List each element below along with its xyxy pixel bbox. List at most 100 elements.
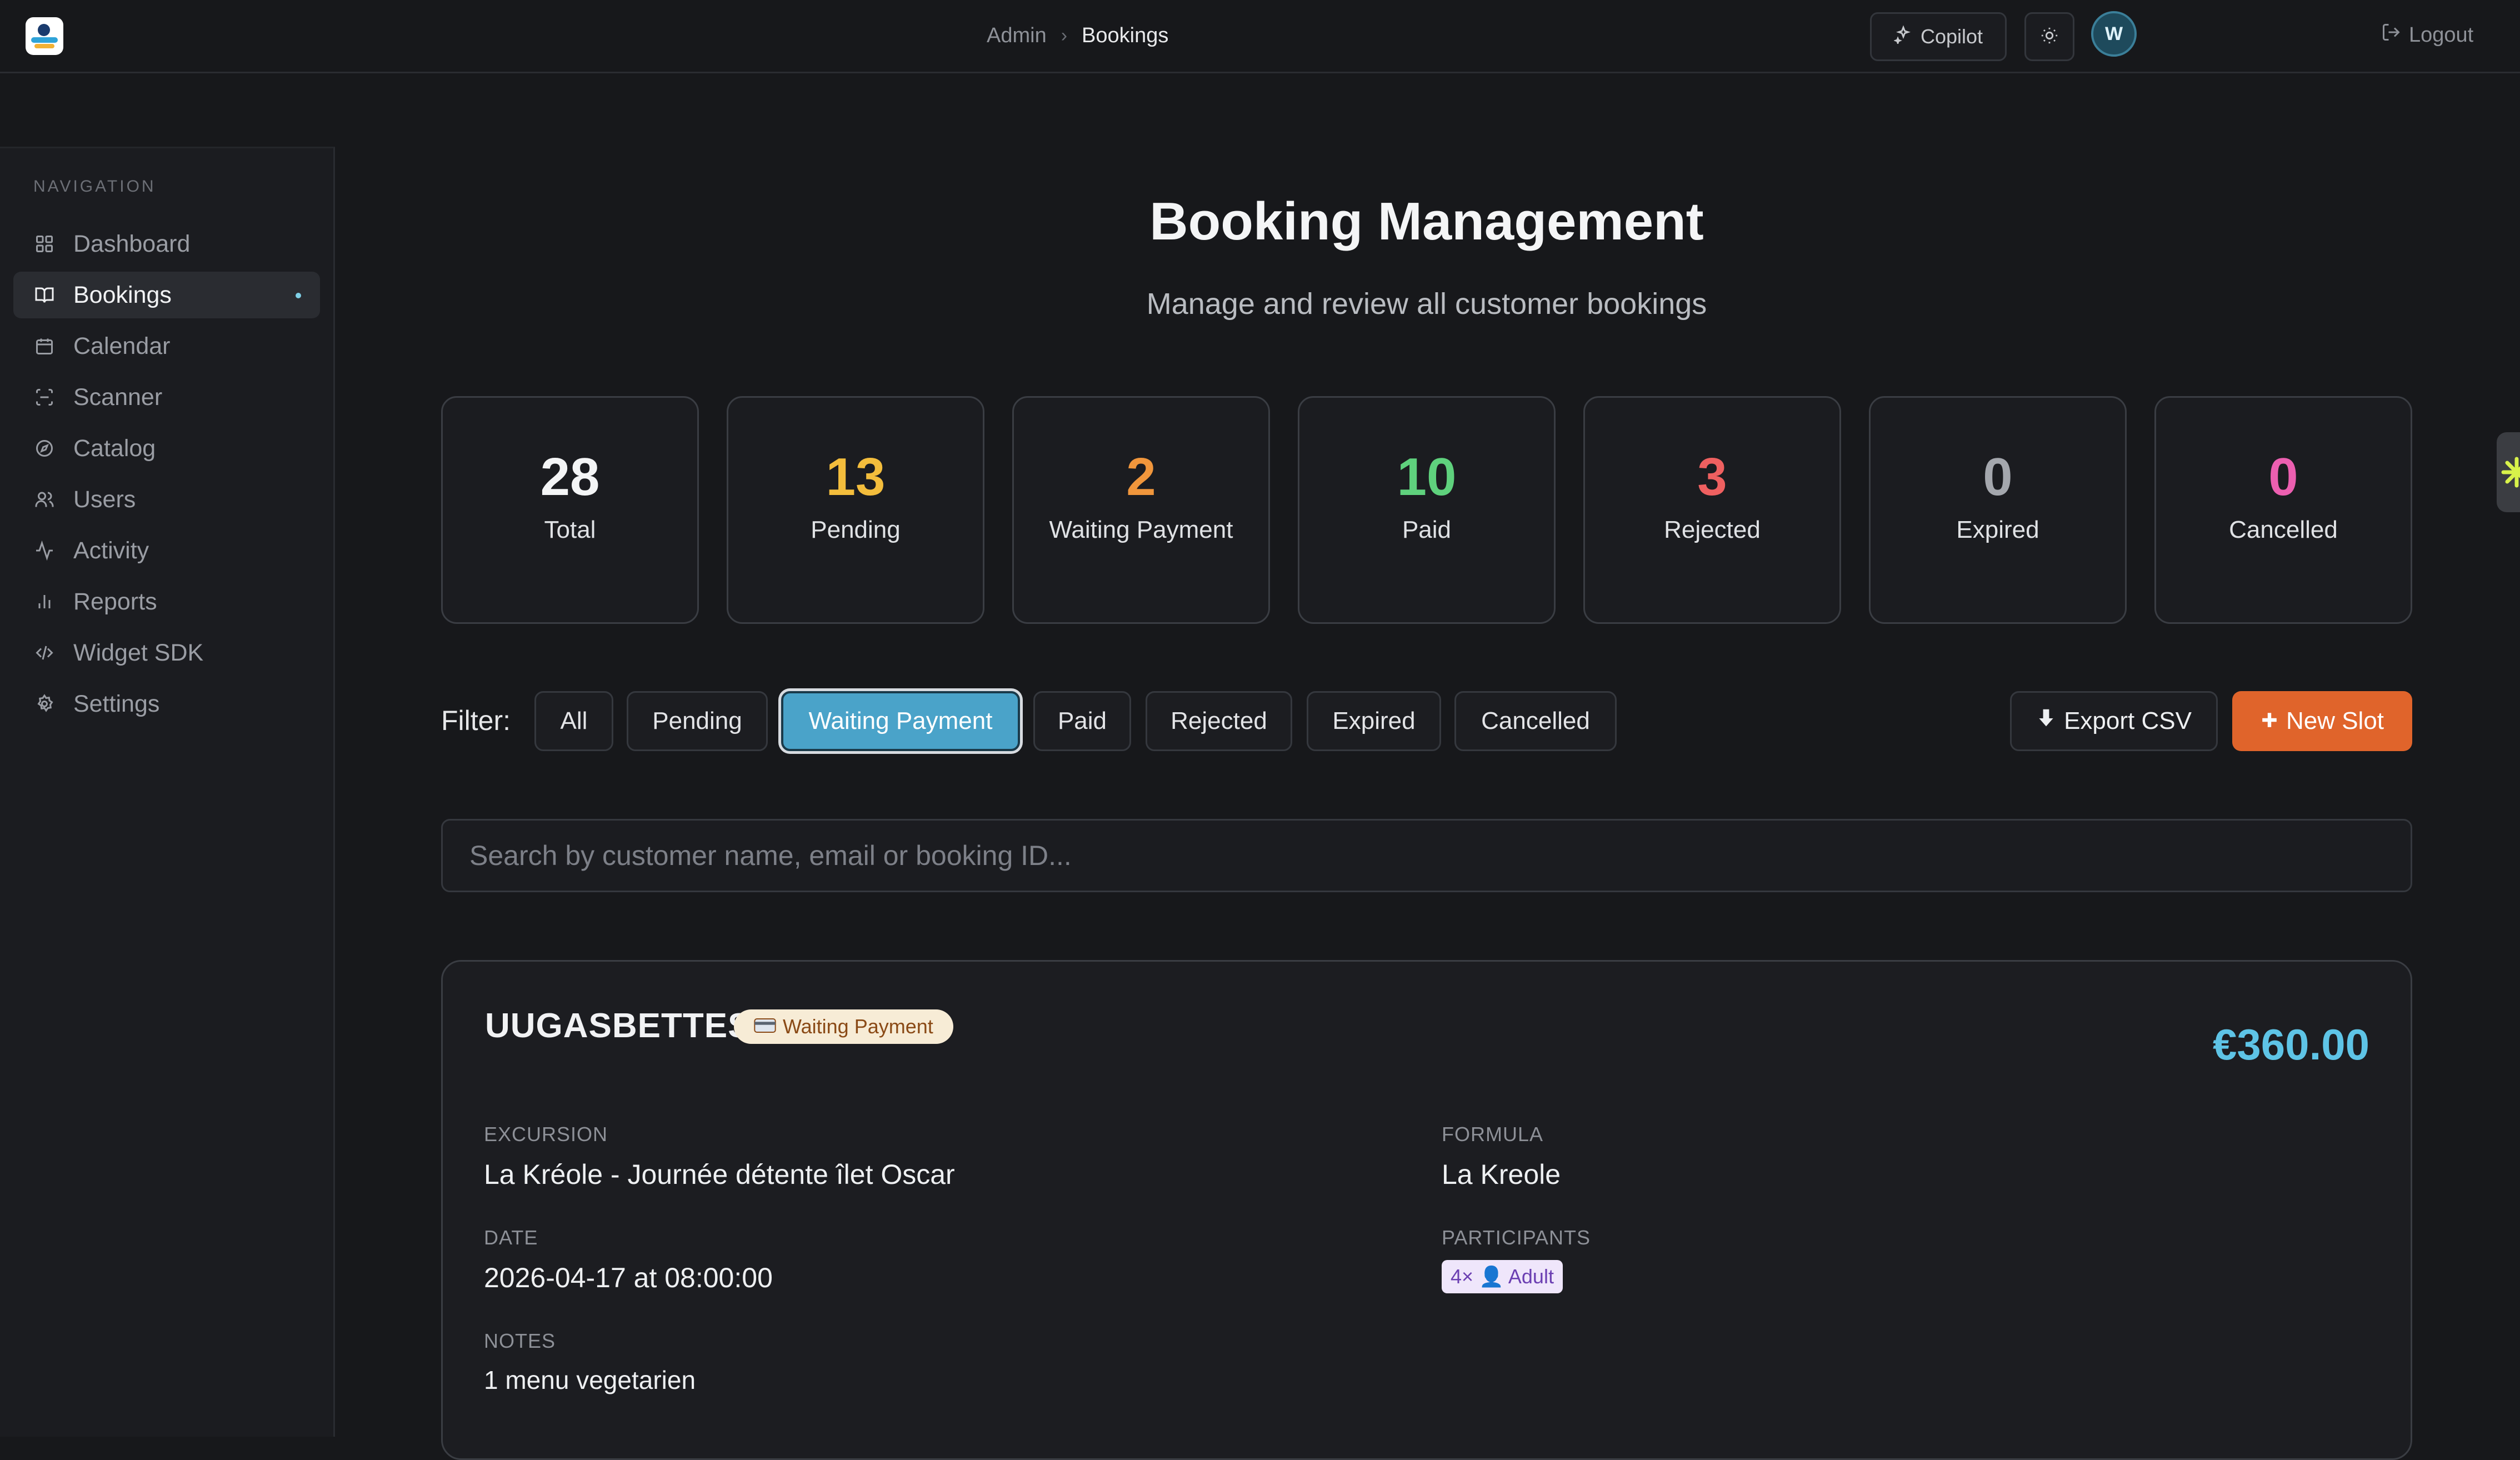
breadcrumb-admin[interactable]: Admin <box>987 24 1047 48</box>
stat-card-cancelled[interactable]: 0 Cancelled <box>2154 396 2412 624</box>
sidebar-item-scanner[interactable]: Scanner <box>13 374 320 421</box>
stat-card-paid[interactable]: 10 Paid <box>1298 396 1556 624</box>
breadcrumb-current: Bookings <box>1082 23 1169 47</box>
excursion-label: EXCURSION <box>484 1123 608 1146</box>
users-icon <box>33 488 56 511</box>
avatar[interactable]: W <box>2091 11 2137 57</box>
formula-value: La Kreole <box>1442 1159 1561 1190</box>
status-badge: Waiting Payment <box>734 1009 953 1044</box>
sidebar-item-label: Users <box>73 486 136 513</box>
sidebar-item-label: Widget SDK <box>73 639 204 666</box>
participants-label: PARTICIPANTS <box>1442 1226 1591 1249</box>
sidebar-item-users[interactable]: Users <box>13 476 320 523</box>
stat-label: Pending <box>811 516 901 543</box>
stat-card-expired[interactable]: 0 Expired <box>1869 396 2127 624</box>
stat-label: Expired <box>1956 516 2039 543</box>
stat-card-rejected[interactable]: 3 Rejected <box>1583 396 1841 624</box>
sidebar-item-label: Dashboard <box>73 230 191 257</box>
stat-value: 10 <box>1397 447 1457 507</box>
participants-chip: 4× 👤 Adult <box>1442 1260 1563 1293</box>
search-input[interactable] <box>441 819 2412 892</box>
logout-label: Logout <box>2409 23 2474 47</box>
new-slot-button[interactable]: New Slot <box>2232 691 2412 751</box>
username-label <box>2172 22 2339 48</box>
export-csv-label: Export CSV <box>2064 707 2192 734</box>
page-subtitle: Manage and review all customer bookings <box>1146 287 1707 321</box>
sidebar-item-dashboard[interactable]: Dashboard <box>13 221 320 267</box>
filter-cancelled[interactable]: Cancelled <box>1454 691 1617 751</box>
filter-rejected[interactable]: Rejected <box>1146 691 1292 751</box>
plus-icon <box>2261 707 2278 735</box>
stat-value: 28 <box>540 447 600 507</box>
logout-icon <box>2381 22 2401 48</box>
sidebar-item-label: Activity <box>73 537 149 564</box>
booking-reference: UUGASBETTEST <box>485 1007 773 1045</box>
copilot-button[interactable]: Copilot <box>1870 12 2007 61</box>
copilot-label: Copilot <box>1920 25 1983 48</box>
sidebar-title: NAVIGATION <box>33 177 156 196</box>
theme-toggle-button[interactable] <box>2024 12 2074 61</box>
asterisk-icon <box>2499 454 2520 493</box>
stat-value: 13 <box>826 447 886 507</box>
stat-card-total[interactable]: 28 Total <box>441 396 699 624</box>
bar-chart-icon <box>33 591 56 613</box>
status-label: Waiting Payment <box>783 1015 933 1038</box>
filter-paid[interactable]: Paid <box>1033 691 1131 751</box>
sidebar-item-settings[interactable]: Settings <box>13 681 320 727</box>
sidebar-item-label: Calendar <box>73 332 171 359</box>
sidebar-item-calendar[interactable]: Calendar <box>13 323 320 369</box>
stat-label: Rejected <box>1664 516 1761 543</box>
sidebar-item-activity[interactable]: Activity <box>13 527 320 574</box>
grid-icon <box>33 233 56 255</box>
stat-card-waiting-payment[interactable]: 2 Waiting Payment <box>1012 396 1270 624</box>
stat-card-pending[interactable]: 13 Pending <box>727 396 984 624</box>
chevron-right-icon: › <box>1061 24 1068 46</box>
stat-label: Total <box>544 516 596 543</box>
scan-icon <box>33 386 56 408</box>
logout-button[interactable]: Logout <box>2381 21 2473 49</box>
assistant-handle[interactable] <box>2497 432 2520 512</box>
filter-pending[interactable]: Pending <box>627 691 768 751</box>
download-icon <box>2036 707 2056 736</box>
sparkles-icon <box>1893 24 1913 49</box>
date-value: 2026-04-17 at 08:00:00 <box>484 1262 773 1293</box>
formula-label: FORMULA <box>1442 1123 1544 1146</box>
notes-label: NOTES <box>484 1329 556 1352</box>
code-icon <box>33 642 56 664</box>
sidebar: NAVIGATION Dashboard Bookings Calendar S… <box>0 147 335 1437</box>
stat-label: Waiting Payment <box>1049 516 1233 543</box>
new-slot-label: New Slot <box>2286 707 2384 734</box>
stat-label: Cancelled <box>2229 516 2338 543</box>
calendar-icon <box>33 335 56 357</box>
book-icon <box>33 284 56 306</box>
credit-card-icon <box>754 1015 776 1038</box>
gear-icon <box>33 693 56 715</box>
sidebar-item-label: Settings <box>73 690 160 717</box>
active-indicator <box>296 293 301 298</box>
filter-expired[interactable]: Expired <box>1307 691 1441 751</box>
notes-value: 1 menu vegetarien <box>484 1366 696 1394</box>
stat-value: 2 <box>1126 447 1156 507</box>
filter-waiting-payment[interactable]: Waiting Payment <box>781 691 1020 751</box>
sidebar-item-label: Scanner <box>73 383 163 411</box>
stat-label: Paid <box>1402 516 1452 543</box>
sidebar-item-widget-sdk[interactable]: Widget SDK <box>13 629 320 676</box>
excursion-value: La Kréole - Journée détente îlet Oscar <box>484 1159 955 1190</box>
activity-icon <box>33 539 56 562</box>
stat-value: 0 <box>2268 447 2298 507</box>
filter-all[interactable]: All <box>534 691 613 751</box>
app-logo[interactable] <box>26 17 63 55</box>
booking-card[interactable]: UUGASBETTEST Waiting Payment €360.00 EXC… <box>441 960 2412 1460</box>
booking-price: €360.00 <box>2213 1020 2369 1069</box>
top-bar: Admin › Bookings Copilot W Logout <box>0 0 2520 73</box>
stat-value: 0 <box>1983 447 2013 507</box>
export-csv-button[interactable]: Export CSV <box>2010 691 2218 751</box>
sidebar-item-bookings[interactable]: Bookings <box>13 272 320 318</box>
sidebar-item-label: Bookings <box>73 281 172 308</box>
date-label: DATE <box>484 1226 538 1249</box>
sun-icon <box>2040 26 2059 48</box>
sidebar-item-label: Catalog <box>73 434 156 462</box>
sidebar-item-reports[interactable]: Reports <box>13 578 320 625</box>
compass-icon <box>33 437 56 459</box>
sidebar-item-catalog[interactable]: Catalog <box>13 425 320 472</box>
